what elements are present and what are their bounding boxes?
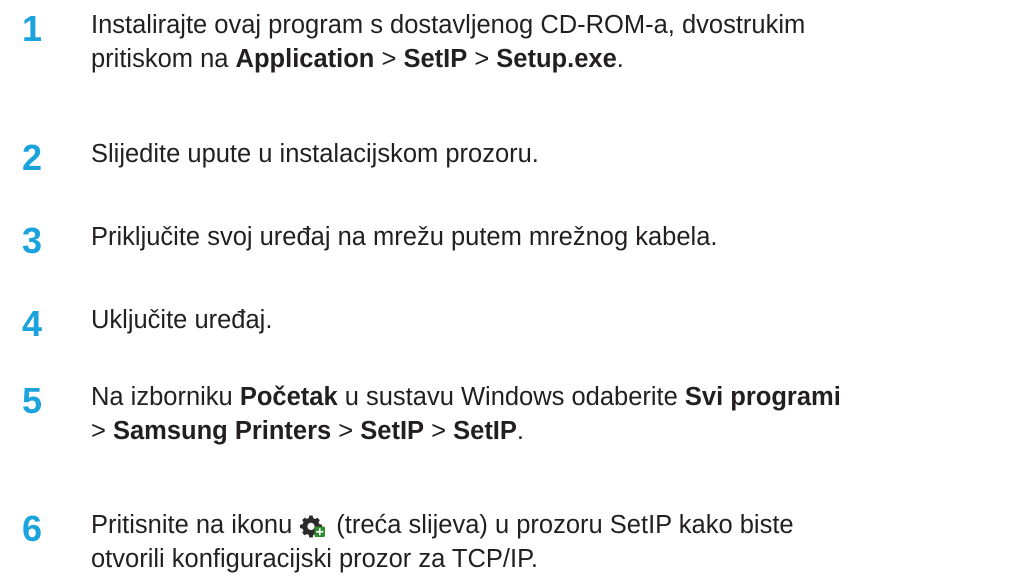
text-run: Priključite svoj uređaj na mrežu putem m… (91, 223, 718, 251)
bold-term: Setup.exe (496, 45, 617, 73)
text-run: > (424, 417, 454, 445)
step-line: otvorili konfiguracijski prozor za TCP/I… (91, 542, 1031, 576)
step-line: Priključite svoj uređaj na mrežu putem m… (91, 220, 1031, 254)
step-line: pritiskom na Application > SetIP > Setup… (91, 42, 1031, 76)
step-line: Pritisnite na ikonu (treća slijeva) u pr… (91, 508, 1031, 542)
text-run: > (91, 417, 113, 445)
step-number: 3 (22, 220, 43, 261)
bold-term: Samsung Printers (112, 417, 332, 445)
bold-term: SetIP (453, 417, 517, 445)
bold-term: Početak (239, 383, 338, 411)
step-line: Na izborniku Početak u sustavu Windows o… (91, 380, 1031, 414)
text-run: Pritisnite na ikonu (91, 511, 293, 539)
bold-term: Application (235, 45, 375, 73)
bold-term: SetIP (360, 417, 425, 445)
step-number: 5 (22, 380, 43, 421)
text-run: Na izborniku (91, 383, 240, 411)
step-text: Uključite uređaj. (91, 303, 1031, 337)
step-number: 1 (22, 8, 43, 49)
step-text: Pritisnite na ikonu (treća slijeva) u pr… (91, 508, 1031, 576)
text-run: > (374, 45, 404, 73)
text-run: (treća slijeva) u prozoru SetIP kako bis… (336, 511, 794, 539)
step-text: Slijedite upute u instalacijskom prozoru… (91, 137, 1031, 171)
text-run: . (616, 45, 624, 73)
step-line: Slijedite upute u instalacijskom prozoru… (91, 137, 1031, 171)
text-run: > (467, 45, 497, 73)
step-number: 6 (22, 508, 43, 549)
text-run: pritiskom na (91, 45, 236, 73)
text-run: Instalirajte ovaj program s dostavljenog… (91, 11, 806, 39)
step-text: Priključite svoj uređaj na mrežu putem m… (91, 220, 1031, 254)
step-text: Na izborniku Početak u sustavu Windows o… (91, 380, 1031, 448)
bold-term: SetIP (403, 45, 468, 73)
text-run: otvorili konfiguracijski prozor za TCP/I… (91, 545, 538, 573)
text-run: . (516, 417, 524, 445)
bold-term: Svi programi (684, 383, 841, 411)
step-line: Uključite uređaj. (91, 303, 1031, 337)
text-run: u sustavu Windows odaberite (337, 383, 685, 411)
tcpip-settings-gear-icon (300, 513, 326, 538)
step-text: Instalirajte ovaj program s dostavljenog… (91, 8, 1031, 76)
text-run: > (331, 417, 361, 445)
step-line: Instalirajte ovaj program s dostavljenog… (91, 8, 1031, 42)
step-line: > Samsung Printers > SetIP > SetIP. (91, 414, 1031, 448)
text-run: Uključite uređaj. (91, 306, 273, 334)
step-number: 2 (22, 137, 43, 178)
text-run: Slijedite upute u instalacijskom prozoru… (91, 140, 539, 168)
step-number: 4 (22, 303, 43, 344)
